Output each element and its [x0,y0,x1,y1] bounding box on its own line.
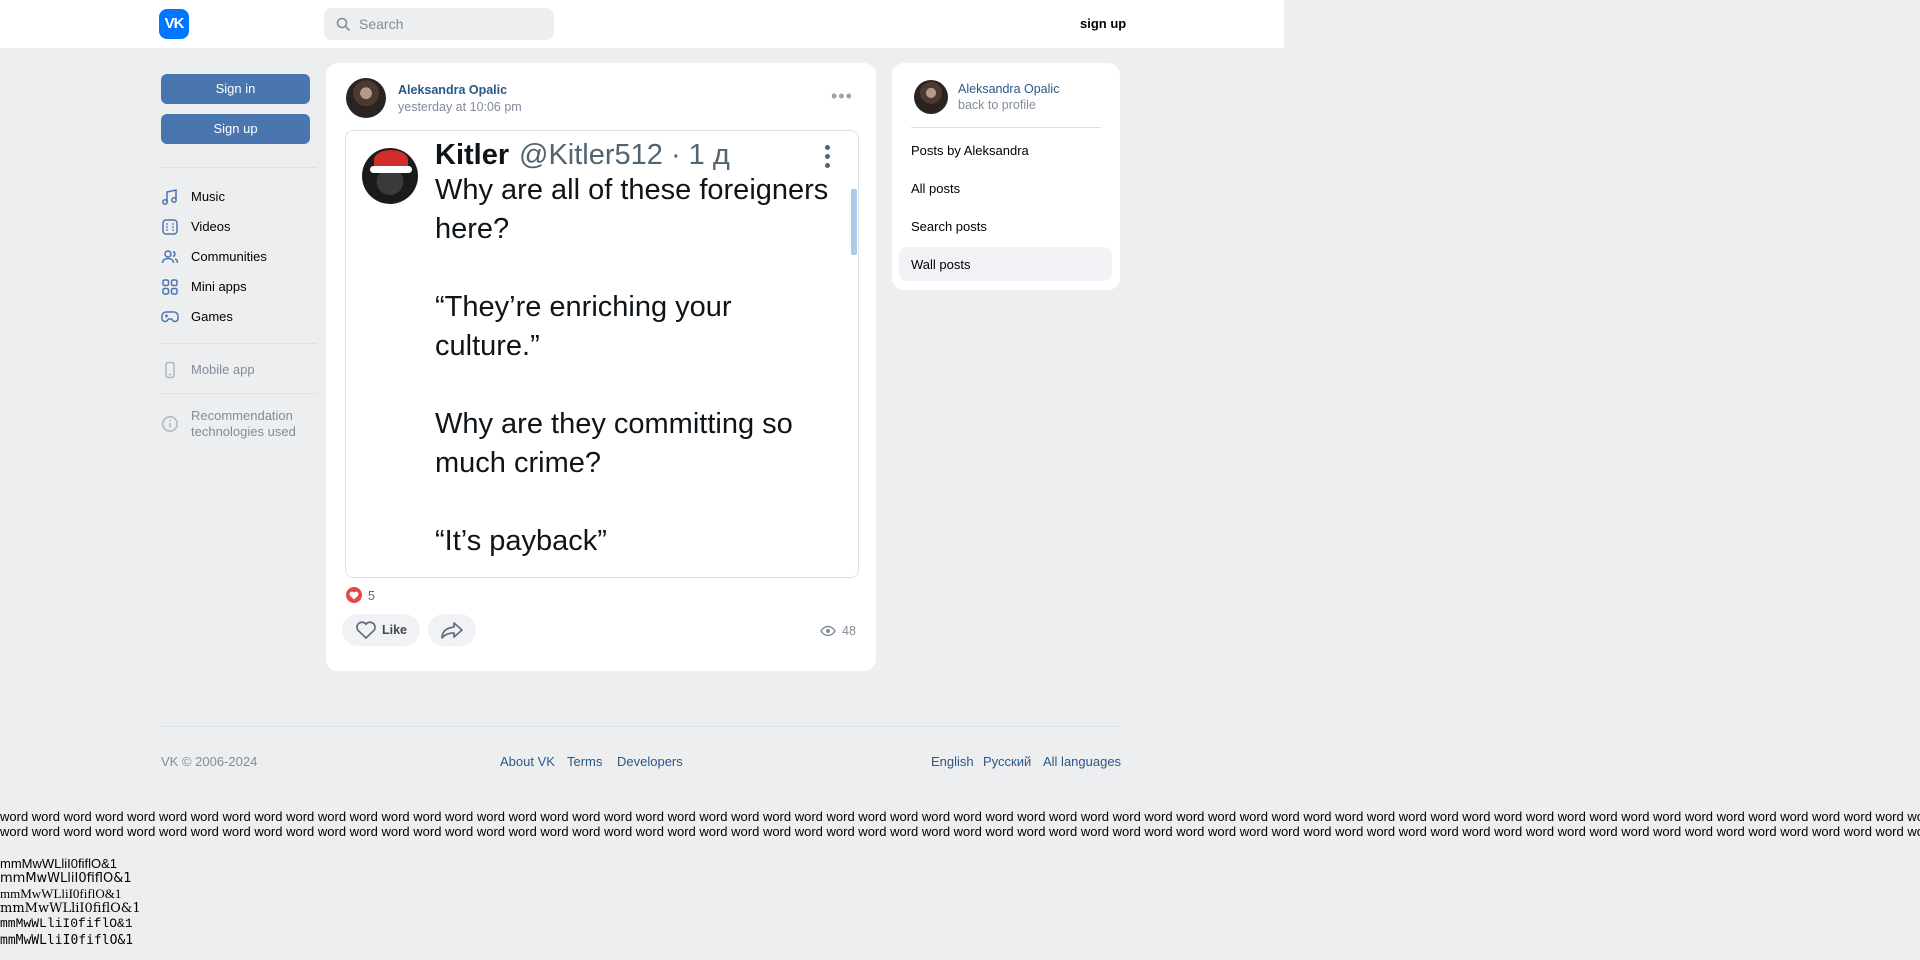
font-sample: mmMwWLliI0fiflO&1 [0,856,118,871]
divider [911,127,1101,128]
tweet-line: here? [435,213,510,245]
communities-icon [161,250,179,264]
mini-apps-icon [162,279,178,295]
nav-item-communities[interactable]: Communities [161,245,321,269]
filler-line: word word word word word word word word … [0,809,1920,824]
post-image[interactable]: Kitler @Kitler512 · 1 д Why are all of t… [345,130,859,578]
divider [161,167,317,168]
tweet-line: culture.” [435,330,540,362]
font-sample: mmMwWLliI0fiflO&1 [0,916,133,931]
tweet-line: Why are all of these foreigners [435,174,829,206]
nav-item-label: Mobile app [191,362,255,377]
tweet-avatar [362,148,418,204]
menu-posts-by-author[interactable]: Posts by Aleksandra [899,133,1112,167]
footer-about-link[interactable]: About VK [500,754,555,769]
sign-up-button[interactable]: Sign up [161,114,310,144]
menu-all-posts[interactable]: All posts [899,171,1112,205]
nav-item-label: Communities [191,249,267,264]
nav-item-games[interactable]: Games [161,305,321,329]
phone-icon [165,361,175,379]
menu-wall-posts[interactable]: Wall posts [899,247,1112,281]
post-author[interactable]: Aleksandra Opalic [398,83,507,97]
more-horizontal-icon[interactable]: ••• [831,86,853,107]
tweet-line: “They’re enriching your [435,291,732,323]
tweet-scrollbar [851,189,857,255]
sign-in-button[interactable]: Sign in [161,74,310,104]
back-to-profile-link[interactable]: back to profile [958,98,1036,112]
avatar[interactable] [346,78,386,118]
avatar[interactable] [914,80,948,114]
hat-brim [370,166,412,173]
tweet-name: Kitler [435,139,510,171]
footer-all-languages-link[interactable]: All languages [1043,754,1121,769]
eye-icon [820,625,836,637]
music-icon [162,189,177,205]
font-sample: mmMwWLliI0fiflO&1 [0,886,122,901]
filler-text: word word word word word word word word … [0,809,1920,839]
post-time[interactable]: yesterday at 10:06 pm [398,100,522,114]
tweet-more-icon [825,145,831,172]
footer-divider [161,726,1120,727]
share-button[interactable] [428,614,476,646]
tweet-line: much crime? [435,447,601,479]
divider [161,343,317,344]
nav-item-music[interactable]: Music [161,185,321,209]
nav-item-label: Games [191,309,233,324]
nav-item-label: Mini apps [191,279,247,294]
menu-item-label: Posts by Aleksandra [911,143,1029,158]
nav-item-label: Videos [191,219,231,234]
footer-developers-link[interactable]: Developers [617,754,683,769]
views-count: 48 [842,624,856,638]
font-sample: mmMwWLliI0fiflO&1 [0,871,132,886]
menu-item-label: All posts [911,181,961,196]
footer-english-link[interactable]: English [931,754,974,769]
gamepad-icon [161,311,179,323]
filler-line: word word word word word word word word … [0,824,1920,839]
search-input[interactable] [359,8,544,40]
footer-russian-link[interactable]: Русский [983,754,1031,769]
nav-item-recommendation[interactable]: Recommendation technologies used [161,407,321,441]
header-signup-link[interactable]: sign up [1080,16,1126,31]
menu-search-posts[interactable]: Search posts [899,209,1112,243]
search-icon [336,17,350,31]
menu-item-label: Wall posts [911,257,971,272]
heart-icon[interactable] [346,587,362,603]
tweet-line: Why are they committing so [435,408,793,440]
tweet-handle: @Kitler512 · 1 д [519,139,730,171]
nav-item-label: Music [191,189,225,204]
menu-item-label: Search posts [911,219,987,234]
recommendation-line-1: Recommendation [191,408,293,423]
font-sample: mmMwWLliI0fiflO&1 [0,901,141,916]
nav-item-videos[interactable]: Videos [161,215,321,239]
like-count[interactable]: 5 [368,589,375,603]
video-icon [162,219,178,235]
share-icon [441,622,463,639]
like-label: Like [382,623,408,637]
footer-terms-link[interactable]: Terms [567,754,602,769]
heart-outline-icon [356,621,376,640]
font-sample: mmMwWLliI0fiflO&1 [0,933,134,948]
top-bar: VK sign up [0,0,1284,48]
divider [161,393,317,394]
profile-name-link[interactable]: Aleksandra Opalic [958,82,1059,96]
vk-logo[interactable]: VK [159,9,189,39]
font-samples: mmMwWLliI0fiflO&1 mmMwWLliI0fiflO&1 mmMw… [0,856,141,948]
like-button[interactable]: Like [342,614,420,646]
search-box[interactable] [324,8,554,40]
footer-copyright: VK © 2006-2024 [161,754,258,769]
info-icon [162,416,178,432]
nav-item-mobile-app[interactable]: Mobile app [161,358,321,382]
recommendation-line-2: technologies used [191,424,296,439]
tweet-line: “It’s payback” [435,525,607,557]
nav-item-mini-apps[interactable]: Mini apps [161,275,321,299]
